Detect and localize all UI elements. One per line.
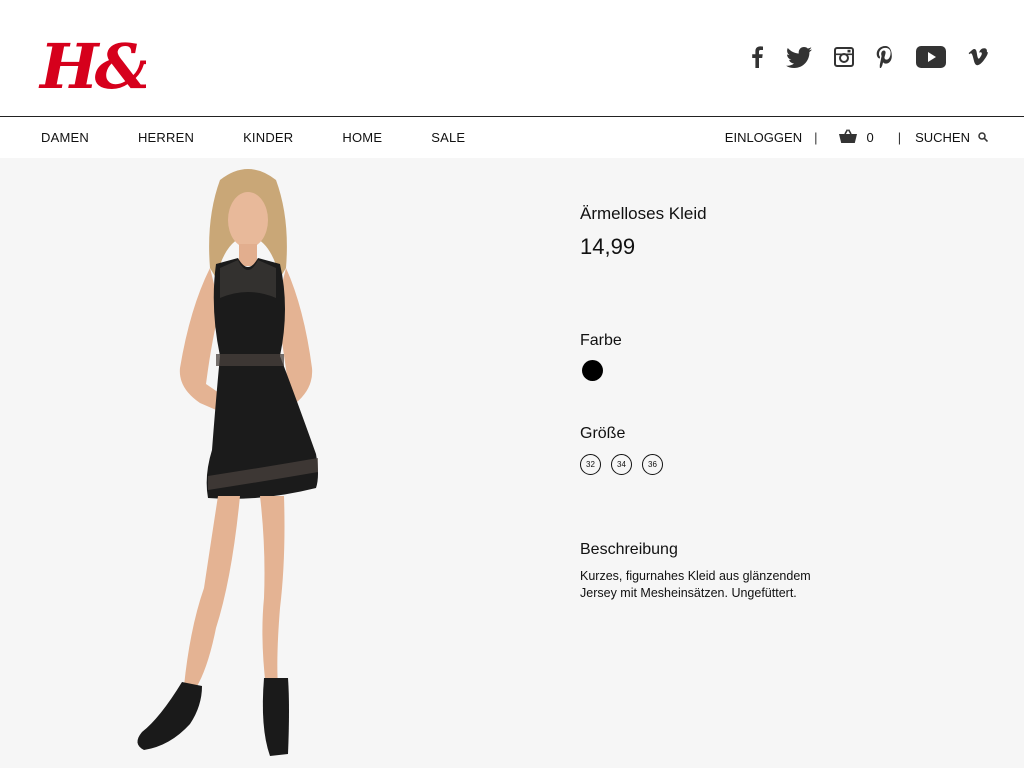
basket-icon <box>839 129 858 146</box>
hm-logo[interactable]: H&M <box>38 24 222 103</box>
instagram-icon[interactable] <box>834 47 854 67</box>
description-text: Kurzes, figurnahes Kleid aus glänzendem … <box>580 569 811 600</box>
size-label: Größe <box>580 425 626 442</box>
site-header: H&M <box>0 0 1024 116</box>
login-link[interactable]: EINLOGGEN <box>725 130 802 145</box>
product-price: 14,99 <box>580 234 636 259</box>
description-label: Beschreibung <box>580 541 678 558</box>
color-swatch-black[interactable] <box>582 360 603 381</box>
size-option-36[interactable]: 36 <box>642 454 663 475</box>
nav-item-kinder[interactable]: KINDER <box>243 130 293 145</box>
size-selector: 32 34 36 <box>580 454 663 475</box>
nav-item-home[interactable]: HOME <box>342 130 382 145</box>
color-label: Farbe <box>580 332 622 349</box>
facebook-icon[interactable] <box>750 46 764 68</box>
cart-count: 0 <box>866 130 874 145</box>
youtube-icon[interactable] <box>916 46 946 68</box>
vimeo-icon[interactable] <box>968 48 988 66</box>
separator: | <box>897 130 902 145</box>
svg-text:H&M: H&M <box>38 30 146 100</box>
size-option-32[interactable]: 32 <box>580 454 601 475</box>
pinterest-icon[interactable] <box>876 46 894 68</box>
search-icon <box>978 130 989 145</box>
nav-item-damen[interactable]: DAMEN <box>41 130 89 145</box>
category-menu: DAMEN HERREN KINDER HOME SALE <box>41 117 514 158</box>
product-title: Ärmelloses Kleid <box>580 204 707 223</box>
product-page: Ärmelloses Kleid 14,99 Farbe Größe 32 34… <box>0 158 1024 768</box>
separator: | <box>814 130 818 145</box>
nav-item-herren[interactable]: HERREN <box>138 130 194 145</box>
size-option-34[interactable]: 34 <box>611 454 632 475</box>
account-tools: EINLOGGEN | 0 | SUCHEN <box>725 117 989 158</box>
search-button[interactable]: SUCHEN <box>915 130 989 145</box>
search-label: SUCHEN <box>915 130 970 145</box>
cart-button[interactable]: 0 <box>839 129 874 146</box>
nav-item-sale[interactable]: SALE <box>431 130 465 145</box>
product-photo <box>120 158 380 768</box>
main-navigation: DAMEN HERREN KINDER HOME SALE EINLOGGEN … <box>0 116 1024 158</box>
twitter-icon[interactable] <box>786 46 812 68</box>
social-links <box>750 46 988 68</box>
